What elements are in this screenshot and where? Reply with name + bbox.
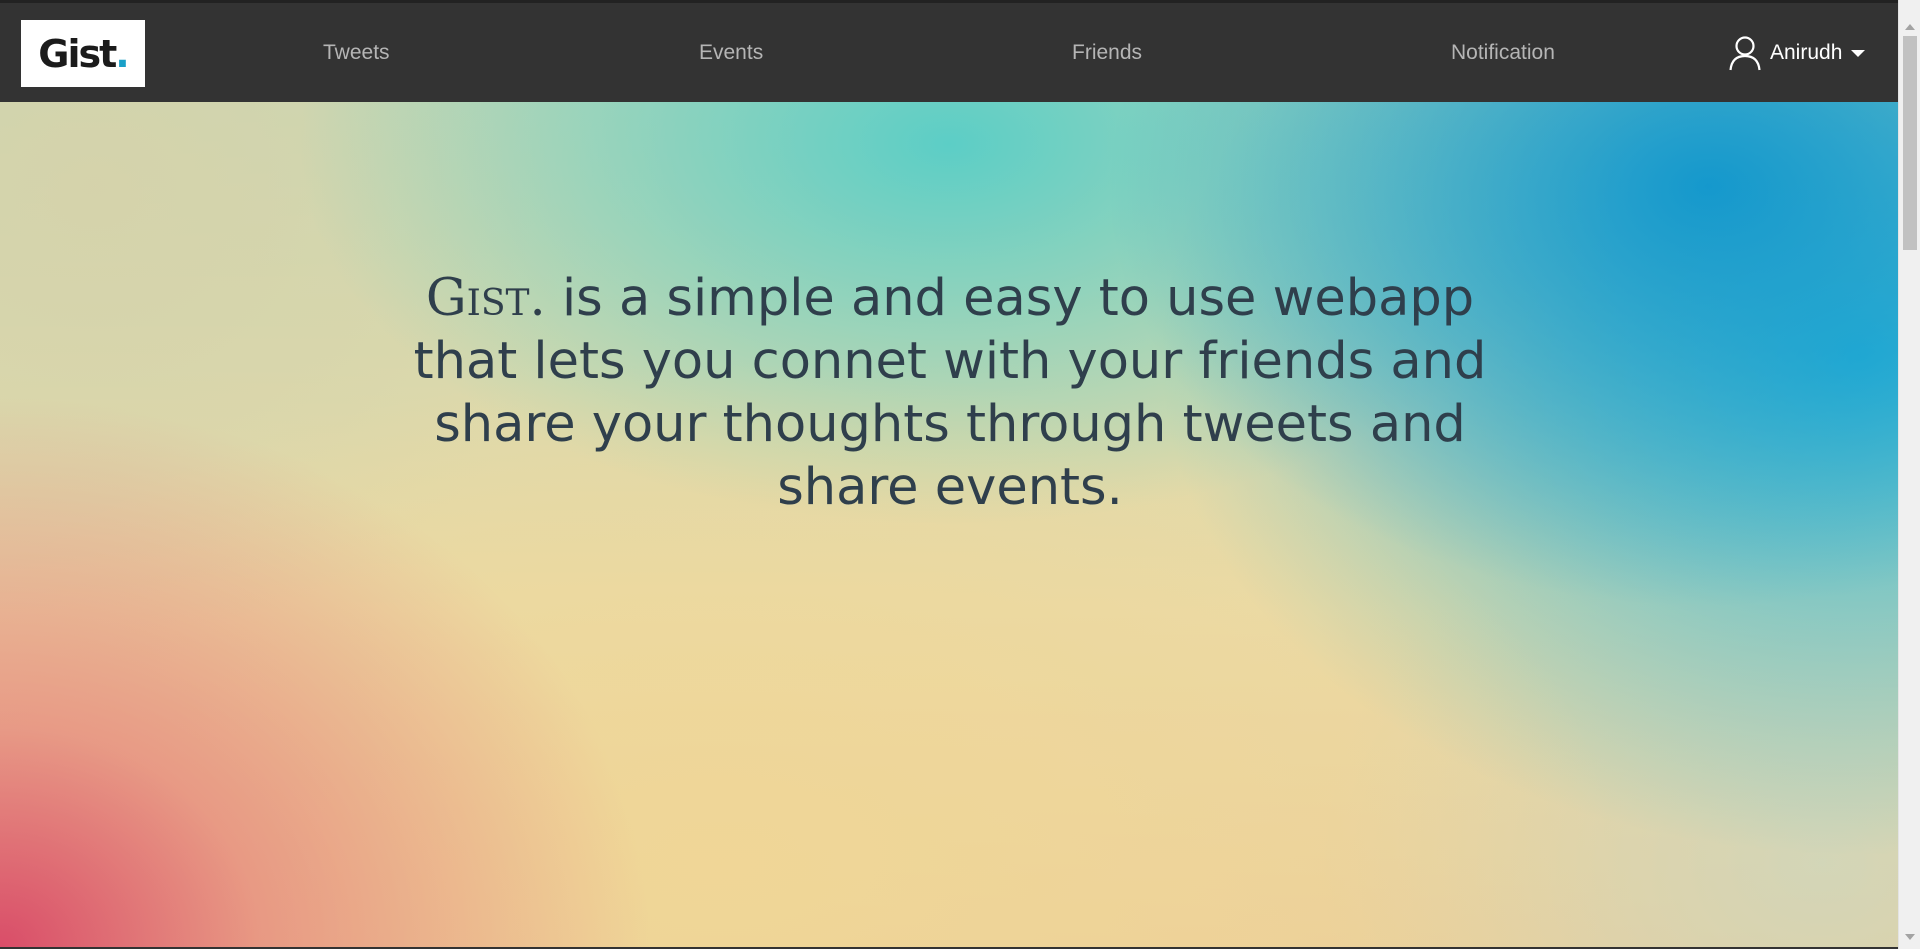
chevron-down-icon [1851, 49, 1866, 57]
user-name: Anirudh [1770, 41, 1843, 64]
hero-section: Gist. is a simple and easy to use webapp… [0, 102, 1898, 947]
nav-link-notification[interactable]: Notification [1451, 41, 1555, 65]
logo-text: Gist. [38, 31, 130, 76]
user-menu-dropdown[interactable]: Anirudh [1728, 33, 1866, 73]
gist-logo[interactable]: Gist. [21, 20, 145, 87]
nav-link-tweets[interactable]: Tweets [323, 41, 390, 65]
brand-name: Gist. [425, 269, 546, 328]
vertical-scrollbar[interactable] [1898, 0, 1920, 949]
hero-tagline: Gist. is a simple and easy to use webapp… [395, 267, 1505, 519]
scrollbar-thumb[interactable] [1903, 36, 1917, 250]
scroll-down-arrow-icon[interactable] [1905, 934, 1915, 940]
scroll-up-arrow-icon[interactable] [1905, 24, 1915, 30]
nav-link-events[interactable]: Events [699, 41, 763, 65]
nav-link-friends[interactable]: Friends [1072, 41, 1142, 65]
tagline-text: is a simple and easy to use webapp that … [413, 269, 1487, 517]
top-navbar: Gist. Tweets Events Friends Notification… [0, 0, 1898, 102]
user-icon [1728, 35, 1762, 71]
